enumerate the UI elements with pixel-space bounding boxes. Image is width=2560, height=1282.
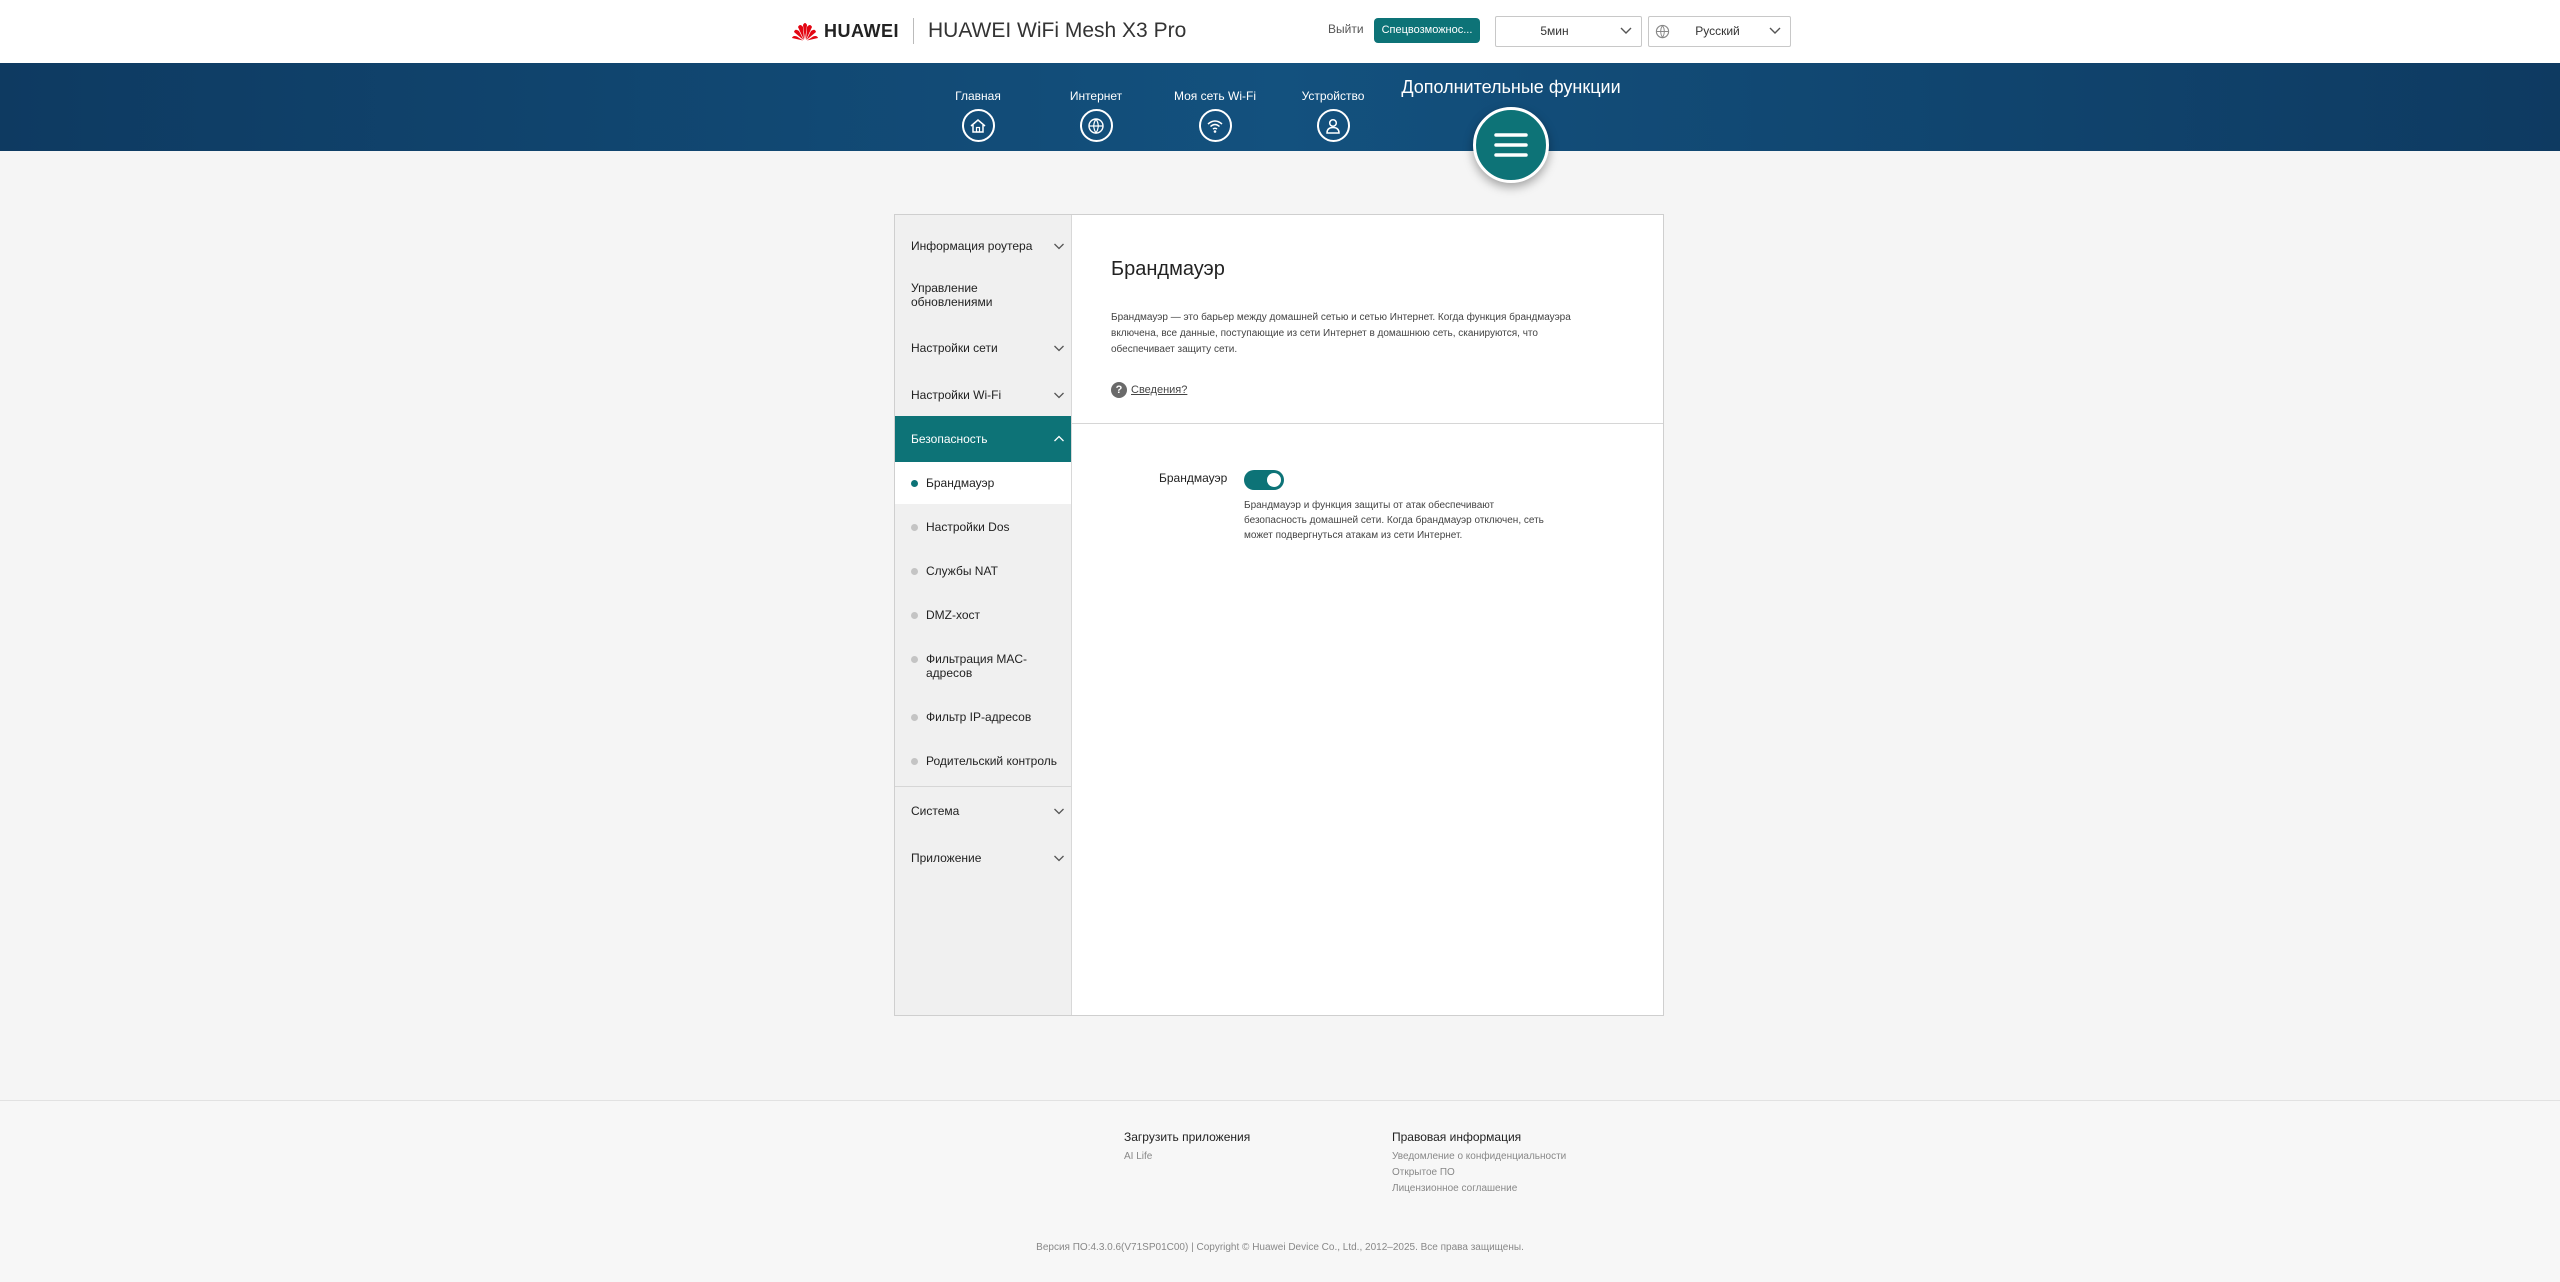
- top-bar: HUAWEI HUAWEI WiFi Mesh X3 Pro Выйти Спе…: [0, 0, 2560, 63]
- footer-download-heading: Загрузить приложения: [1124, 1130, 1251, 1144]
- content-area: Брандмауэр Брандмауэр — это барьер между…: [1072, 215, 1663, 1015]
- sidebar-item-network-settings[interactable]: Настройки сети: [895, 333, 1071, 363]
- footer-download: Загрузить приложения AI Life: [1124, 1130, 1250, 1165]
- bullet-dot: [911, 714, 918, 721]
- bullet-dot: [911, 524, 918, 531]
- globe-icon: [1079, 109, 1113, 142]
- user-icon: [1316, 109, 1350, 142]
- sidebar-item-label: Приложение: [911, 851, 982, 865]
- sidebar-item-label: Информация роутера: [911, 239, 1033, 253]
- language-value: Русский: [1695, 24, 1740, 38]
- brand-name: HUAWEI: [824, 20, 899, 41]
- chevron-down-icon: [1054, 808, 1064, 815]
- footer-link-ai-life[interactable]: AI Life: [1124, 1149, 1250, 1165]
- huawei-logo: HUAWEI: [792, 21, 899, 42]
- wifi-icon: [1198, 109, 1232, 142]
- footer-link-license[interactable]: Лицензионное соглашение: [1392, 1181, 1566, 1197]
- chevron-down-icon: [1620, 27, 1632, 34]
- language-select[interactable]: Русский: [1648, 16, 1791, 47]
- chevron-up-icon: [1054, 435, 1064, 442]
- nav-advanced-label[interactable]: Дополнительные функции: [1400, 77, 1622, 98]
- nav-advanced[interactable]: [1473, 107, 1549, 183]
- footer-legal-heading: Правовая информация: [1392, 1130, 1522, 1144]
- bullet-dot: [911, 568, 918, 575]
- chevron-down-icon: [1769, 27, 1781, 34]
- chevron-down-icon: [1054, 392, 1064, 399]
- content-divider: [1072, 423, 1663, 424]
- main-nav: [0, 63, 2560, 151]
- nav-wifi[interactable]: Моя сеть Wi-Fi: [1164, 89, 1266, 142]
- sidebar-divider: [895, 786, 1071, 787]
- brand: HUAWEI HUAWEI WiFi Mesh X3 Pro: [792, 17, 1186, 45]
- chevron-down-icon: [1054, 345, 1064, 352]
- sidebar: Информация роутера Управление обновления…: [895, 215, 1072, 1015]
- sidebar-sub-parental-control[interactable]: Родительский контроль: [895, 738, 1071, 782]
- brand-divider: [913, 18, 914, 44]
- page-title: Брандмауэр: [1111, 258, 1225, 280]
- sidebar-sub-dmz-host[interactable]: DMZ-хост: [895, 592, 1071, 636]
- sidebar-sub-nat-services[interactable]: Службы NAT: [895, 548, 1071, 592]
- nav-wifi-label: Моя сеть Wi-Fi: [1174, 89, 1256, 103]
- timeout-select[interactable]: 5мин: [1495, 16, 1642, 47]
- nav-device-label: Устройство: [1301, 89, 1365, 103]
- product-name: HUAWEI WiFi Mesh X3 Pro: [928, 19, 1187, 42]
- chevron-down-icon: [1054, 855, 1064, 862]
- sidebar-item-update-management[interactable]: Управление обновлениями: [895, 277, 1071, 313]
- accessibility-button[interactable]: Спецвозможнос...: [1374, 18, 1480, 43]
- sidebar-sub-ip-filter[interactable]: Фильтр IP-адресов: [895, 694, 1071, 738]
- nav-internet-label: Интернет: [1069, 89, 1123, 103]
- sidebar-item-applications[interactable]: Приложение: [895, 843, 1071, 873]
- toggle-knob: [1267, 473, 1281, 487]
- sidebar-sub-label: Фильтрация MAC-адресов: [926, 652, 1028, 680]
- help-link-text: Сведения?: [1131, 384, 1188, 396]
- sidebar-item-label: Управление обновлениями: [911, 281, 993, 309]
- sidebar-item-label: Система: [911, 804, 960, 818]
- nav-internet[interactable]: Интернет: [1046, 89, 1146, 142]
- bullet-dot: [911, 612, 918, 619]
- sidebar-sub-mac-filter[interactable]: Фильтрация MAC-адресов: [895, 636, 1071, 694]
- sidebar-sub-label: Фильтр IP-адресов: [926, 710, 1032, 724]
- settings-panel: Информация роутера Управление обновления…: [894, 214, 1664, 1016]
- firewall-note: Брандмауэр и функция защиты от атак обес…: [1244, 500, 1544, 541]
- sidebar-sub-label: Настройки Dos: [926, 520, 1010, 534]
- chevron-down-icon: [1054, 243, 1064, 250]
- nav-home-label: Главная: [955, 89, 1001, 103]
- sidebar-sub-label: Родительский контроль: [926, 754, 1057, 768]
- sidebar-item-label: Настройки сети: [911, 341, 998, 355]
- sidebar-sub-label: DMZ-хост: [926, 608, 981, 622]
- copyright: Версия ПО:4.3.0.6(V71SP01C00) | Copyrigh…: [1036, 1242, 1524, 1253]
- menu-icon: [1494, 133, 1528, 157]
- page-description: Брандмауэр — это барьер между домашней с…: [1111, 312, 1571, 355]
- sidebar-item-label: Безопасность: [911, 432, 988, 446]
- help-link[interactable]: ? Сведения?: [1111, 382, 1187, 398]
- footer: Загрузить приложения AI Life Правовая ин…: [0, 1100, 2560, 1282]
- sidebar-item-wifi-settings[interactable]: Настройки Wi-Fi: [895, 380, 1071, 410]
- sidebar-item-label: Настройки Wi-Fi: [911, 388, 1002, 402]
- active-dot: [911, 480, 918, 487]
- sidebar-item-router-info[interactable]: Информация роутера: [895, 231, 1071, 261]
- firewall-toggle[interactable]: [1244, 470, 1284, 490]
- sidebar-sub-dos-settings[interactable]: Настройки Dos: [895, 504, 1071, 548]
- sidebar-sub-label: Брандмауэр: [926, 476, 995, 490]
- footer-legal: Правовая информация Уведомление о конфид…: [1392, 1130, 1566, 1197]
- sidebar-item-system[interactable]: Система: [895, 796, 1071, 826]
- sidebar-sub-label: Службы NAT: [926, 564, 998, 578]
- sidebar-item-security[interactable]: Безопасность: [895, 416, 1071, 462]
- sidebar-sub-firewall[interactable]: Брандмауэр: [895, 462, 1071, 504]
- footer-link-privacy[interactable]: Уведомление о конфиденциальности: [1392, 1149, 1566, 1165]
- footer-link-open-source[interactable]: Открытое ПО: [1392, 1165, 1566, 1181]
- logout-link[interactable]: Выйти: [1328, 22, 1364, 36]
- huawei-flower-icon: [792, 23, 818, 41]
- nav-device[interactable]: Устройство: [1283, 89, 1383, 142]
- bullet-dot: [911, 758, 918, 765]
- home-icon: [961, 109, 995, 142]
- help-icon: ?: [1111, 382, 1127, 398]
- bullet-dot: [911, 656, 918, 663]
- globe-icon: [1655, 24, 1670, 39]
- nav-home[interactable]: Главная: [928, 89, 1028, 142]
- firewall-label: Брандмауэр: [1159, 471, 1228, 485]
- timeout-value: 5мин: [1540, 24, 1569, 38]
